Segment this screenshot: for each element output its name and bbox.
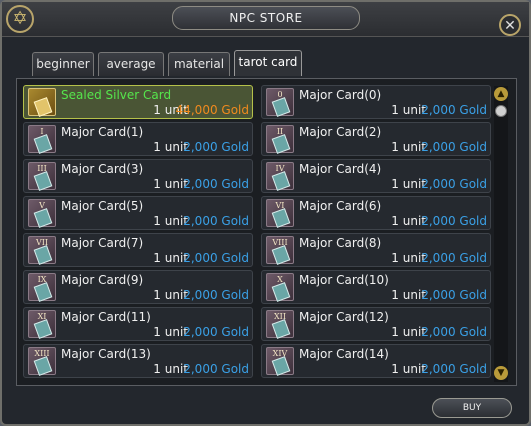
item-price: 2,000 Gold [183,251,249,265]
tarot-card-icon: I [28,125,56,154]
item-name: Major Card(1) [61,125,144,139]
item-price: 2,000 Gold [421,140,487,154]
tarot-card-icon: IX [28,273,56,302]
store-item[interactable]: IV Major Card(4) 1 unit 2,000 Gold [261,159,491,193]
store-item[interactable]: VII Major Card(7) 1 unit 2,000 Gold [23,233,253,267]
store-item[interactable]: II Major Card(2) 1 unit 2,000 Gold [261,122,491,156]
item-price: 2,000 Gold [421,251,487,265]
title-bar[interactable]: ✡ NPC STORE ✕ [2,2,529,37]
card-glyph [33,208,53,228]
tab-tarot-card[interactable]: tarot card [234,50,302,76]
item-price: 2,000 Gold [183,140,249,154]
card-glyph [33,97,53,117]
tarot-card-icon: III [28,162,56,191]
scroll-down-icon[interactable]: ▼ [494,366,508,380]
store-item[interactable]: Sealed Silver Card 1 unit 44,000 Gold [23,85,253,119]
store-item[interactable]: 0 Major Card(0) 1 unit 2,000 Gold [261,85,491,119]
card-glyph [271,282,291,302]
item-price: 2,000 Gold [421,362,487,376]
item-list-panel: Sealed Silver Card 1 unit 44,000 Gold 0 Majo… [16,78,517,386]
tarot-card-icon: XII [266,310,294,339]
item-name: Major Card(8) [299,236,382,250]
store-item[interactable]: IX Major Card(9) 1 unit 2,000 Gold [23,270,253,304]
store-item[interactable]: X Major Card(10) 1 unit 2,000 Gold [261,270,491,304]
item-name: Major Card(11) [61,310,151,324]
tarot-card-icon: II [266,125,294,154]
item-name: Major Card(13) [61,347,151,361]
tarot-card-icon: XIV [266,347,294,376]
card-glyph [271,319,291,339]
item-price: 2,000 Gold [421,103,487,117]
card-glyph [271,171,291,191]
sealed-card-icon [28,88,56,117]
tarot-card-icon: XIII [28,347,56,376]
item-price: 44,000 Gold [175,103,249,117]
tarot-card-icon: VIII [266,236,294,265]
item-name: Major Card(5) [61,199,144,213]
item-price: 2,000 Gold [183,362,249,376]
item-price: 2,000 Gold [183,214,249,228]
store-item[interactable]: VIII Major Card(8) 1 unit 2,000 Gold [261,233,491,267]
card-glyph [271,245,291,265]
item-name: Major Card(12) [299,310,389,324]
card-glyph [271,356,291,376]
tarot-card-icon: VI [266,199,294,228]
item-name: Major Card(3) [61,162,144,176]
item-name: Major Card(2) [299,125,382,139]
card-glyph [33,282,53,302]
item-price: 2,000 Gold [183,288,249,302]
npc-store-window: ✡ NPC STORE ✕ beginner average material … [0,0,531,426]
card-glyph [33,245,53,265]
tab-material[interactable]: material [168,52,230,76]
window-title: NPC STORE [172,6,360,30]
card-glyph [33,356,53,376]
item-price: 2,000 Gold [183,325,249,339]
tab-average[interactable]: average [98,52,164,76]
item-price: 2,000 Gold [421,214,487,228]
tarot-card-icon: 0 [266,88,294,117]
scroll-thumb[interactable] [495,105,507,117]
card-glyph [271,134,291,154]
item-price: 2,000 Gold [421,288,487,302]
hexagram-icon: ✡ [6,5,34,33]
close-icon[interactable]: ✕ [499,14,521,36]
item-name: Major Card(10) [299,273,389,287]
tarot-card-icon: X [266,273,294,302]
tarot-card-icon: V [28,199,56,228]
store-item[interactable]: XII Major Card(12) 1 unit 2,000 Gold [261,307,491,341]
store-item[interactable]: VI Major Card(6) 1 unit 2,000 Gold [261,196,491,230]
store-item[interactable]: V Major Card(5) 1 unit 2,000 Gold [23,196,253,230]
scroll-up-icon[interactable]: ▲ [494,87,508,101]
card-glyph [271,208,291,228]
card-glyph [33,171,53,191]
tarot-card-icon: XI [28,310,56,339]
item-name: Major Card(7) [61,236,144,250]
store-item[interactable]: XIV Major Card(14) 1 unit 2,000 Gold [261,344,491,378]
store-item[interactable]: III Major Card(3) 1 unit 2,000 Gold [23,159,253,193]
item-name: Major Card(4) [299,162,382,176]
tarot-card-icon: VII [28,236,56,265]
item-name: Major Card(0) [299,88,382,102]
item-price: 2,000 Gold [421,177,487,191]
tarot-card-icon: IV [266,162,294,191]
item-name: Major Card(6) [299,199,382,213]
card-glyph [33,134,53,154]
store-item[interactable]: XIII Major Card(13) 1 unit 2,000 Gold [23,344,253,378]
item-price: 2,000 Gold [183,177,249,191]
item-name: Major Card(14) [299,347,389,361]
tab-beginner[interactable]: beginner [32,52,94,76]
item-name: Major Card(9) [61,273,144,287]
store-item[interactable]: XI Major Card(11) 1 unit 2,000 Gold [23,307,253,341]
item-name: Sealed Silver Card [61,88,172,102]
item-price: 2,000 Gold [421,325,487,339]
buy-button[interactable]: BUY [432,398,512,418]
card-glyph [33,319,53,339]
store-item[interactable]: I Major Card(1) 1 unit 2,000 Gold [23,122,253,156]
card-glyph [271,97,291,117]
scrollbar[interactable] [494,86,508,382]
